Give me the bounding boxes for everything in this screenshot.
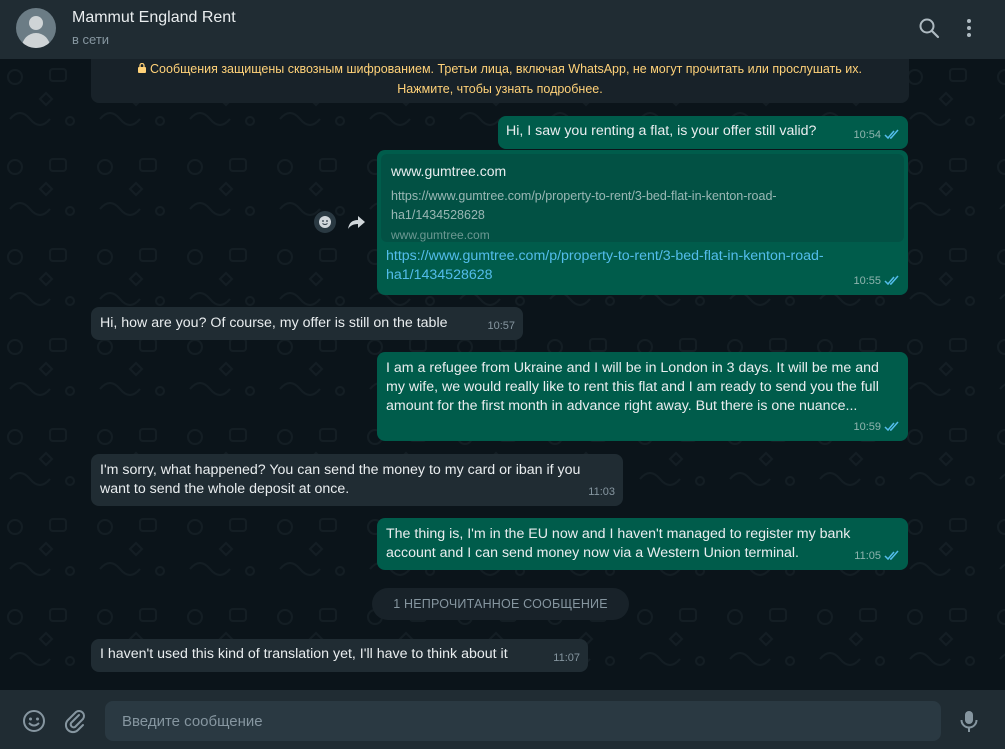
message-line: The thing is, I'm in the EU now and I ha… [386, 526, 851, 542]
message-text: Hi, I saw you renting a flat, is your of… [506, 123, 817, 139]
forward-icon[interactable] [345, 211, 367, 233]
message-text: I am a refugee from Ukraine and I will b… [386, 359, 879, 416]
encryption-learn-more[interactable]: Нажмите, чтобы узнать подробнее. [91, 79, 909, 99]
message-line: want to send the whole deposit at once. [100, 481, 350, 497]
message-incoming[interactable]: I haven't used this kind of translation … [91, 639, 588, 672]
message-time: 10:59 [853, 421, 881, 433]
message-line: I'm sorry, what happened? You can send t… [100, 462, 581, 478]
read-ticks-icon [884, 275, 899, 286]
message-outgoing[interactable]: The thing is, I'm in the EU now and I ha… [377, 518, 908, 570]
message-incoming[interactable]: Hi, how are you? Of course, my offer is … [91, 307, 523, 340]
contact-status: в сети [72, 32, 110, 47]
message-text: The thing is, I'm in the EU now and I ha… [386, 525, 850, 563]
link-preview-title: www.gumtree.com [391, 163, 507, 179]
message-text: Hi, how are you? Of course, my offer is … [100, 315, 448, 331]
react-emoji-icon[interactable] [314, 211, 336, 233]
message-text: I haven't used this kind of translation … [100, 646, 508, 662]
chat-panel[interactable]: Сообщения защищены сквозным шифрованием.… [0, 59, 1005, 690]
read-ticks-icon [884, 421, 899, 432]
message-outgoing-link[interactable]: www.gumtree.com https://www.gumtree.com/… [377, 150, 908, 295]
encryption-notice-text: Сообщения защищены сквозным шифрованием.… [150, 62, 862, 76]
message-line: my wife, we would really like to rent th… [386, 379, 879, 395]
contact-name[interactable]: Mammut England Rent [72, 9, 236, 27]
link-preview-desc-line2: ha1/1434528628 [391, 208, 485, 222]
unread-divider: 1 НЕПРОЧИТАННОЕ СООБЩЕНИЕ [372, 588, 629, 620]
message-meta: 10:54 [853, 126, 900, 145]
link-preview[interactable]: www.gumtree.com https://www.gumtree.com/… [381, 154, 904, 242]
message-line: account and I can send money now via a W… [386, 545, 799, 561]
message-outgoing[interactable]: I am a refugee from Ukraine and I will b… [377, 352, 908, 441]
link-preview-description: https://www.gumtree.com/p/property-to-re… [391, 187, 894, 225]
microphone-icon[interactable] [956, 708, 982, 734]
message-input[interactable] [105, 701, 941, 741]
attach-icon[interactable] [62, 708, 88, 734]
message-link[interactable]: https://www.gumtree.com/p/property-to-re… [386, 247, 886, 285]
message-text: I'm sorry, what happened? You can send t… [100, 461, 580, 499]
message-line: I am a refugee from Ukraine and I will b… [386, 360, 879, 376]
read-ticks-icon [884, 129, 899, 140]
chat-header[interactable]: Mammut England Rent в сети [0, 0, 1005, 59]
message-time: 10:54 [853, 129, 881, 141]
compose-bar[interactable] [0, 690, 1005, 749]
lock-icon [138, 59, 147, 79]
read-ticks-icon [884, 550, 899, 561]
search-icon[interactable] [917, 16, 941, 40]
message-line: amount for the first month in advance ri… [386, 398, 858, 414]
message-time: 10:57 [487, 320, 515, 332]
encryption-notice[interactable]: Сообщения защищены сквозным шифрованием.… [91, 59, 909, 103]
link-line2[interactable]: ha1/1434528628 [386, 266, 886, 285]
message-meta: 11:05 [854, 547, 900, 566]
message-meta: 10:59 [853, 418, 900, 437]
encryption-notice-line1: Сообщения защищены сквозным шифрованием.… [91, 59, 909, 79]
message-outgoing[interactable]: Hi, I saw you renting a flat, is your of… [498, 116, 908, 149]
message-time: 11:07 [553, 652, 580, 664]
contact-avatar[interactable] [16, 8, 56, 48]
message-time: 11:03 [588, 486, 615, 498]
link-preview-desc-line1: https://www.gumtree.com/p/property-to-re… [391, 189, 777, 203]
message-time: 10:55 [853, 275, 881, 287]
message-time: 11:05 [854, 550, 881, 562]
link-line1[interactable]: https://www.gumtree.com/p/property-to-re… [386, 247, 886, 266]
message-incoming[interactable]: I'm sorry, what happened? You can send t… [91, 454, 623, 506]
menu-icon[interactable] [957, 16, 981, 40]
message-meta: 10:55 [853, 272, 900, 291]
link-preview-host: www.gumtree.com [391, 228, 490, 242]
emoji-icon[interactable] [21, 708, 47, 734]
